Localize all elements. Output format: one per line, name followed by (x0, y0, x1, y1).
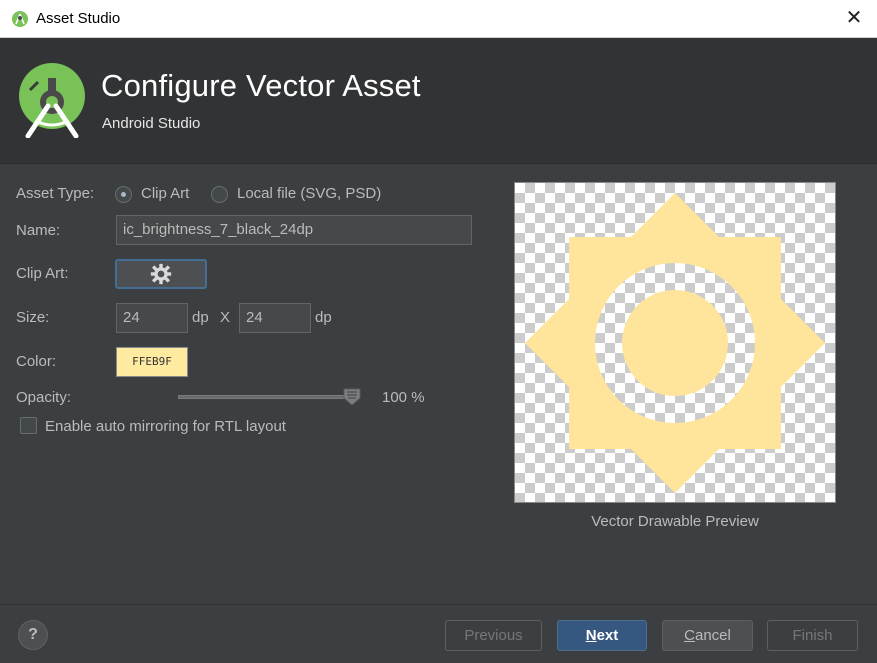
opacity-label: Opacity: (16, 389, 72, 406)
clip-art-label: Clip Art: (16, 265, 69, 282)
clip-art-radio-label[interactable]: Clip Art (141, 185, 189, 202)
footer-divider (0, 604, 877, 605)
page-title: Configure Vector Asset (101, 68, 421, 103)
gear-icon (150, 263, 172, 285)
android-studio-logo (19, 63, 85, 138)
local-file-radio[interactable] (211, 186, 228, 203)
window-title: Asset Studio (36, 10, 121, 27)
clip-art-button[interactable] (115, 259, 207, 289)
title-bar: Asset Studio ✕ (0, 0, 877, 38)
previous-button[interactable]: Previous (445, 620, 542, 651)
color-label: Color: (16, 353, 57, 370)
finish-button[interactable]: Finish (767, 620, 858, 651)
rtl-mirroring-label[interactable]: Enable auto mirroring for RTL layout (45, 418, 286, 435)
name-input[interactable]: ic_brightness_7_black_24dp (116, 215, 472, 245)
android-studio-app-icon (12, 11, 28, 27)
clip-art-radio[interactable] (115, 186, 132, 203)
help-button[interactable]: ? (18, 620, 48, 650)
page-subtitle: Android Studio (102, 115, 201, 132)
close-icon[interactable]: ✕ (845, 8, 863, 28)
dialog-header: Configure Vector Asset Android Studio (0, 38, 877, 164)
height-input[interactable]: 24 (239, 303, 311, 333)
asset-type-label: Asset Type: (16, 185, 95, 202)
preview-caption: Vector Drawable Preview (591, 513, 759, 530)
next-mnemonic: N (585, 627, 597, 644)
color-swatch-button[interactable]: FFEB9F (116, 347, 188, 377)
size-label: Size: (16, 309, 50, 326)
size-separator: X (220, 309, 231, 326)
next-label-rest: ext (596, 627, 619, 644)
opacity-slider-thumb[interactable] (342, 387, 362, 407)
width-input[interactable]: 24 (116, 303, 188, 333)
opacity-slider-track[interactable] (178, 395, 356, 399)
rtl-mirroring-checkbox[interactable] (20, 417, 37, 434)
height-unit: dp (315, 309, 332, 326)
brightness-7-icon (525, 193, 825, 493)
vector-preview (514, 182, 836, 503)
cancel-mnemonic: C (684, 627, 695, 644)
local-file-radio-label[interactable]: Local file (SVG, PSD) (237, 185, 381, 202)
cancel-button[interactable]: Cancel (662, 620, 753, 651)
next-button[interactable]: Next (557, 620, 647, 651)
opacity-value: 100 % (382, 389, 425, 406)
name-label: Name: (16, 222, 61, 239)
cancel-label-rest: ancel (694, 627, 731, 644)
width-unit: dp (192, 309, 209, 326)
